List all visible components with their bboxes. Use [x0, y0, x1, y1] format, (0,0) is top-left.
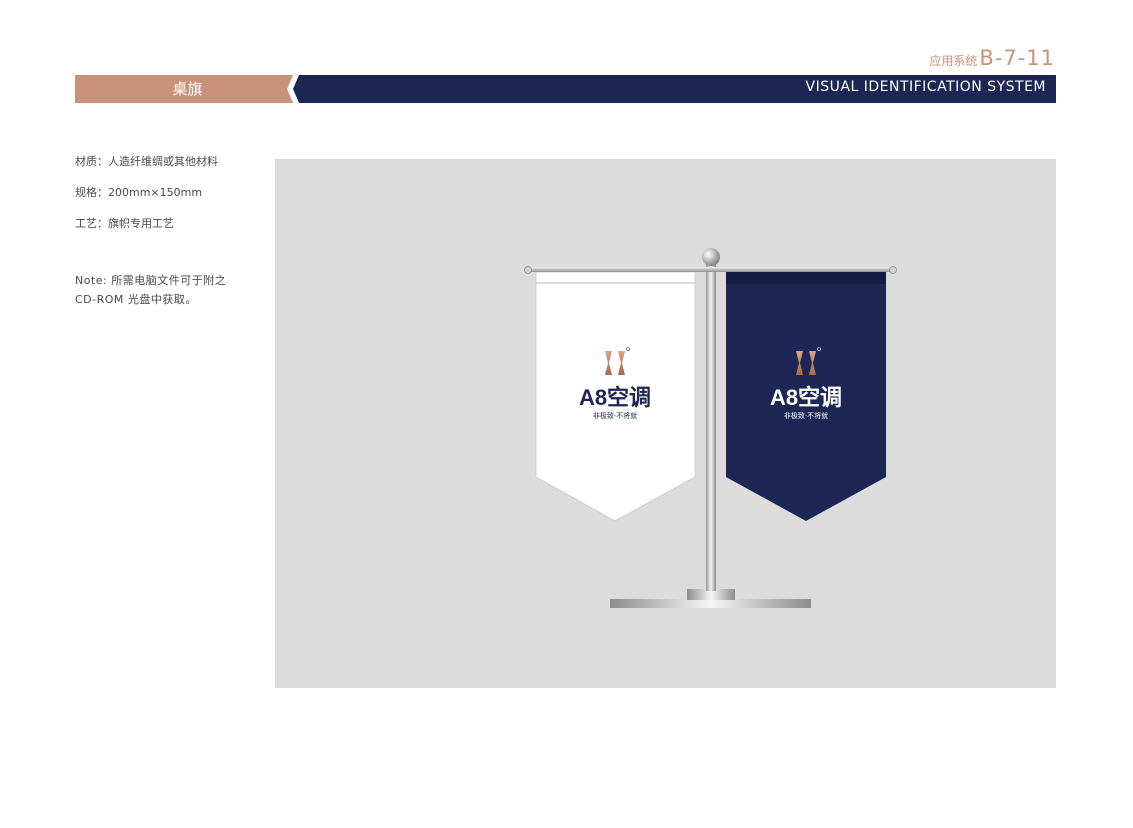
stand-pole — [706, 263, 716, 591]
section-code: 应用系统 B-7-11 — [929, 46, 1055, 70]
spec-material: 材质：人造纤维绸或其他材料 — [75, 155, 218, 168]
stand-base — [610, 599, 811, 608]
spec-craft: 工艺：旗帜专用工艺 — [75, 217, 174, 230]
flag-right: A8空调 非极致·不将就 — [726, 272, 886, 521]
note-line-1: Note: 所需电脑文件可于附之 — [75, 274, 227, 287]
crossbar-cap-left — [524, 266, 532, 274]
flag-left-slogan: 非极致·不将就 — [593, 411, 637, 420]
flag-right-slogan: 非极致·不将就 — [784, 411, 828, 420]
flag-left: A8空调 非极致·不将就 — [535, 271, 696, 522]
spec-size: 规格：200mm×150mm — [75, 186, 203, 199]
note-line-2: CD-ROM 光盘中获取。 — [75, 293, 197, 306]
flag-left-brand: A8空调 — [579, 385, 651, 410]
system-title: VISUAL IDENTIFICATION SYSTEM — [805, 79, 1046, 95]
crossbar-cap-right — [889, 266, 897, 274]
stand-crossbar — [527, 267, 894, 272]
section-category: 应用系统 — [929, 54, 978, 68]
page-title: 桌旗 — [172, 80, 203, 98]
display-panel: A8空调 非极致·不将就 A8空调 非极致·不将就 — [275, 159, 1056, 688]
spec-note: Note: 所需电脑文件可于附之 CD-ROM 光盘中获取。 — [75, 271, 265, 309]
stand-finial-ball — [702, 248, 720, 266]
flag-right-brand: A8空调 — [770, 385, 842, 410]
section-number: B-7-11 — [979, 46, 1055, 70]
spec-list: 材质：人造纤维绸或其他材料 规格：200mm×150mm 工艺：旗帜专用工艺 N… — [75, 155, 265, 309]
